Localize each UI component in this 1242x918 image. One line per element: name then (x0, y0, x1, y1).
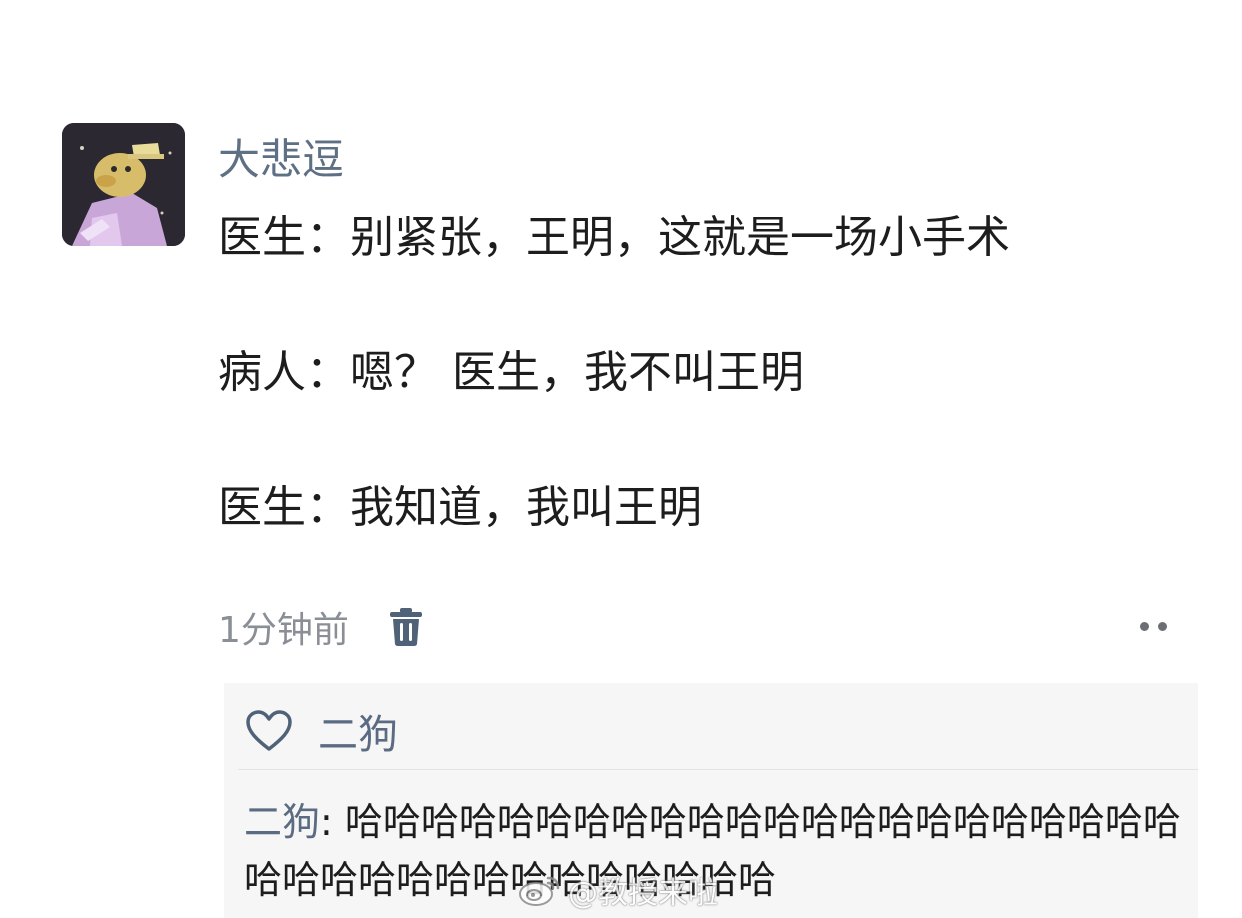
watermark: @教授来啦 (518, 870, 718, 911)
avatar-image (62, 123, 185, 246)
weibo-logo-icon (519, 876, 560, 906)
comment-author[interactable]: 二狗 (244, 800, 320, 844)
trash-icon[interactable] (389, 607, 423, 647)
watermark-text: @教授来啦 (568, 876, 718, 911)
post-text-line: 医生：别紧张，王明，这就是一场小手术 (218, 212, 1010, 263)
post-text-line: 医生：我知道，我叫王明 (218, 482, 702, 533)
more-dot (1139, 621, 1149, 631)
avatar[interactable] (62, 123, 185, 246)
post-author-name[interactable]: 大悲逗 (218, 132, 344, 188)
comment-separator: : (320, 800, 345, 844)
post-timestamp: 1分钟前 (218, 610, 349, 651)
liked-by-user[interactable]: 二狗 (318, 702, 398, 760)
divider (238, 769, 1198, 770)
more-dot (1157, 621, 1167, 631)
heart-icon[interactable] (244, 709, 294, 753)
more-options-button[interactable] (1128, 614, 1178, 638)
post-text-line: 病人：嗯？ 医生，我不叫王明 (218, 347, 804, 398)
post-meta-row: 1分钟前 (218, 602, 423, 652)
likes-row: 二狗 (244, 703, 398, 759)
